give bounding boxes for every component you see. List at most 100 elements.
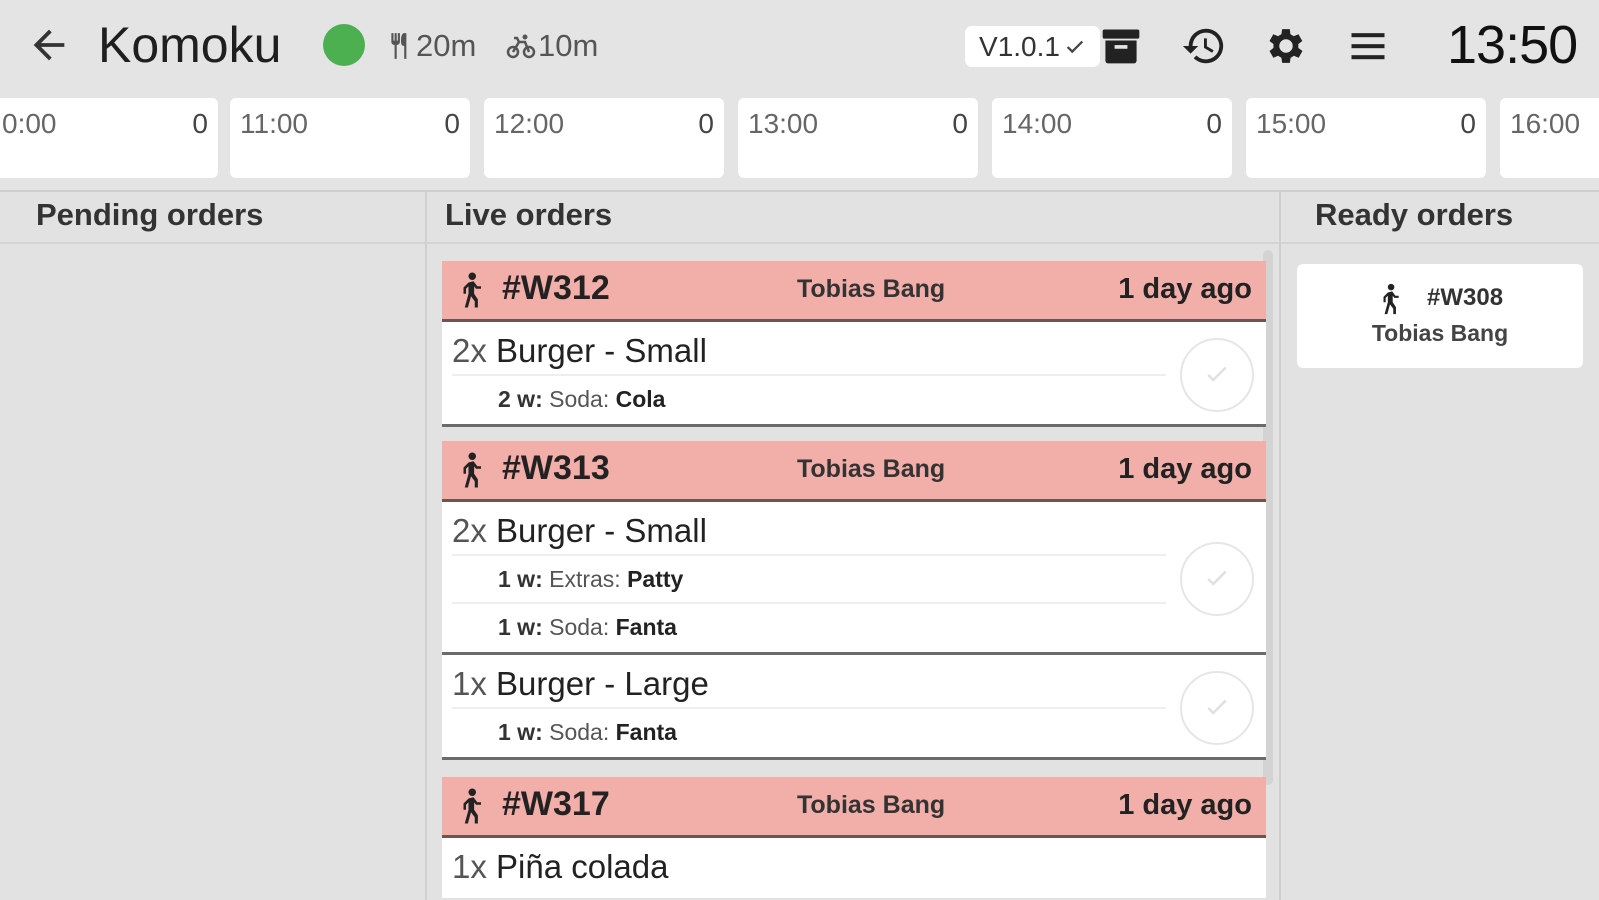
order-item[interactable]: 1x Piña colada [442, 838, 1266, 898]
time-slot-label: 16:00 [1510, 108, 1581, 139]
order-time: 1 day ago [1118, 789, 1252, 821]
time-slot-label: 13:00 [748, 108, 819, 139]
time-slot-label: 15:00 [1256, 108, 1327, 139]
time-slot[interactable]: 0:00 0 [0, 98, 218, 178]
modifier-label: Soda: [549, 614, 610, 640]
modifier-label: Extras: [549, 566, 621, 592]
check-icon [1207, 570, 1227, 586]
order-card[interactable]: #W313 Tobias Bang 1 day ago 2x Burger - … [442, 441, 1266, 760]
item-modifier: 1 w: Soda: Fanta [452, 604, 1166, 650]
item-name: Piña colada [496, 848, 669, 885]
item-modifier: 1 w: Soda: Fanta [452, 709, 1166, 755]
ready-order-card[interactable]: #W308 Tobias Bang [1297, 264, 1583, 368]
order-card[interactable]: #W312 Tobias Bang 1 day ago 2x Burger - … [442, 261, 1266, 427]
live-orders-heading: Live orders [427, 192, 1279, 244]
time-slot[interactable]: 14:00 0 [992, 98, 1232, 178]
item-quantity: 2x [452, 512, 487, 549]
order-customer: Tobias Bang [797, 455, 946, 483]
order-customer: Tobias Bang [797, 275, 946, 303]
history-icon [1182, 28, 1224, 64]
modifier-quantity: 2 w: [498, 386, 543, 412]
utensils-icon [391, 33, 407, 59]
delivery-time-stat: 10m [506, 26, 598, 66]
hamburger-menu-icon [1351, 33, 1385, 60]
ready-order-number: #W308 [1427, 284, 1504, 311]
modifier-label: Soda: [549, 386, 610, 412]
walking-person-icon [463, 788, 481, 824]
modifier-quantity: 1 w: [498, 614, 543, 640]
prep-time-value: 20m [416, 28, 477, 63]
prep-time-stat: 20m [388, 26, 476, 66]
order-time: 1 day ago [1118, 273, 1252, 305]
ready-orders-heading: Ready orders [1281, 192, 1599, 244]
order-item[interactable]: 1x Burger - Large 1 w: Soda: Fanta [442, 655, 1266, 760]
order-header[interactable]: #W313 Tobias Bang 1 day ago [442, 441, 1266, 502]
archive-button[interactable] [1095, 20, 1147, 72]
order-item-title: 2x Burger - Small [452, 502, 1166, 556]
order-item-title: 1x Burger - Large [452, 655, 1166, 709]
time-slot-count: 0 [952, 108, 968, 139]
order-header[interactable]: #W312 Tobias Bang 1 day ago [442, 261, 1266, 322]
time-slot-label: 12:00 [494, 108, 565, 139]
modifier-quantity: 1 w: [498, 566, 543, 592]
time-slot-count: 0 [192, 108, 208, 139]
archive-icon [1102, 29, 1140, 64]
order-card[interactable]: #W317 Tobias Bang 1 day ago 1x Piña cola… [442, 777, 1266, 898]
order-number: #W313 [502, 449, 610, 487]
order-header[interactable]: #W317 Tobias Bang 1 day ago [442, 777, 1266, 838]
history-button[interactable] [1178, 20, 1230, 72]
item-quantity: 1x [452, 848, 487, 885]
pending-orders-heading: Pending orders [0, 192, 425, 244]
time-slot[interactable]: 16:00 [1500, 98, 1599, 178]
walking-person-icon [463, 272, 481, 308]
modifier-value: Cola [615, 386, 666, 412]
online-status-indicator [323, 24, 365, 66]
walking-person-icon [1383, 283, 1399, 315]
clock: 13:50 [1447, 15, 1578, 75]
menu-button[interactable] [1342, 20, 1394, 72]
time-slot-label: 11:00 [240, 108, 308, 139]
gear-icon [1269, 29, 1303, 63]
ready-order-customer: Tobias Bang [1371, 320, 1509, 346]
mark-done-button[interactable] [1180, 338, 1254, 412]
arrow-left-icon [33, 29, 65, 61]
time-slot-count: 0 [1206, 108, 1222, 139]
check-icon [1207, 699, 1227, 715]
time-slot[interactable]: 13:00 0 [738, 98, 978, 178]
time-slot[interactable]: 15:00 0 [1246, 98, 1486, 178]
item-name: Burger - Large [496, 665, 709, 702]
item-name: Burger - Small [496, 332, 707, 369]
top-bar: Komoku 20m 10m V1.0.1 13:50 [0, 0, 1599, 92]
time-slot[interactable]: 11:00 0 [230, 98, 470, 178]
order-item[interactable]: 2x Burger - Small 1 w: Extras: Patty 1 w… [442, 502, 1266, 655]
order-number: #W317 [502, 785, 610, 823]
time-slot-label: 0:00 [2, 108, 57, 139]
modifier-value: Patty [627, 566, 684, 592]
check-icon [1066, 40, 1084, 53]
time-slot-count: 0 [1460, 108, 1476, 139]
mark-done-button[interactable] [1180, 671, 1254, 745]
modifier-value: Fanta [615, 614, 677, 640]
pending-orders-column: Pending orders [0, 192, 427, 900]
order-number: #W312 [502, 269, 610, 307]
back-button[interactable] [26, 22, 72, 68]
item-name: Burger - Small [496, 512, 707, 549]
mark-done-button[interactable] [1180, 542, 1254, 616]
modifier-value: Fanta [615, 719, 677, 745]
check-icon [1207, 366, 1227, 382]
version-badge[interactable]: V1.0.1 [965, 26, 1100, 67]
item-modifier: 1 w: Extras: Patty [452, 556, 1166, 604]
settings-button[interactable] [1260, 20, 1312, 72]
delivery-time-value: 10m [538, 28, 599, 63]
order-time: 1 day ago [1118, 453, 1252, 485]
version-label: V1.0.1 [979, 30, 1060, 62]
time-slot-timeline[interactable]: 0:00 0 11:00 0 12:00 0 13:00 0 14:00 0 1… [0, 93, 1599, 188]
time-slot-count: 0 [444, 108, 460, 139]
time-slot[interactable]: 12:00 0 [484, 98, 724, 178]
bike-icon [506, 34, 536, 59]
order-customer: Tobias Bang [797, 791, 946, 819]
time-slot-count: 0 [698, 108, 714, 139]
modifier-label: Soda: [549, 719, 610, 745]
order-item[interactable]: 2x Burger - Small 2 w: Soda: Cola [442, 322, 1266, 427]
order-item-title: 2x Burger - Small [452, 322, 1166, 376]
